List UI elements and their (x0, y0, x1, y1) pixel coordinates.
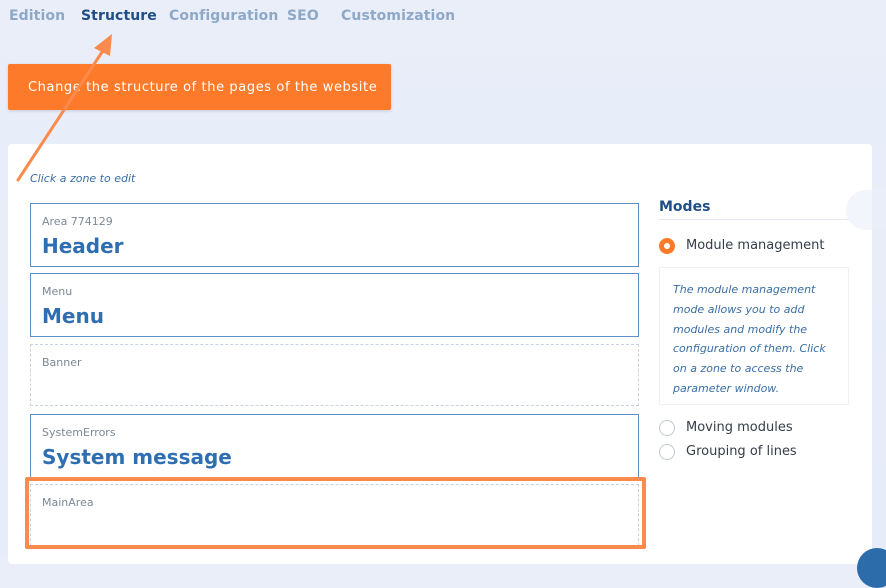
radio-selected-icon[interactable] (659, 238, 675, 254)
tab-edition[interactable]: Edition (9, 8, 65, 24)
tab-configuration[interactable]: Configuration (169, 8, 278, 24)
zone-label: SystemErrors (42, 426, 116, 439)
tab-seo[interactable]: SEO (287, 8, 319, 24)
zone-system-errors[interactable]: SystemErrors System message (30, 414, 639, 478)
mode-label: Moving modules (686, 420, 793, 435)
modes-title: Modes (659, 199, 711, 215)
zone-header[interactable]: Area 774129 Header (30, 203, 639, 267)
zone-main-area[interactable]: MainArea (30, 484, 639, 546)
background-decoration (846, 190, 886, 230)
edit-hint: Click a zone to edit (30, 172, 136, 185)
zone-label: Banner (42, 356, 82, 369)
radio-unselected-icon[interactable] (659, 444, 675, 460)
top-tabs: Edition Structure Configuration SEO Cust… (0, 0, 886, 40)
tab-customization[interactable]: Customization (341, 8, 455, 24)
mode-label: Grouping of lines (686, 444, 797, 459)
zone-title: System message (42, 445, 232, 469)
zone-banner[interactable]: Banner (30, 344, 639, 406)
zone-label: MainArea (42, 496, 94, 509)
mode-label: Module management (686, 238, 825, 253)
zone-label: Menu (42, 285, 73, 298)
zone-menu[interactable]: Menu Menu (30, 273, 639, 337)
tab-structure[interactable]: Structure (81, 8, 157, 24)
modes-divider (659, 219, 849, 220)
tooltip-text: Change the structure of the pages of the… (28, 80, 378, 95)
mode-description-box: The module management mode allows you to… (659, 267, 849, 405)
onboarding-tooltip: Change the structure of the pages of the… (8, 64, 391, 110)
zone-title: Header (42, 234, 124, 258)
radio-unselected-icon[interactable] (659, 420, 675, 436)
zone-label: Area 774129 (42, 215, 113, 228)
mode-description: The module management mode allows you to… (673, 283, 826, 395)
help-button[interactable] (857, 548, 886, 588)
zone-title: Menu (42, 304, 104, 328)
